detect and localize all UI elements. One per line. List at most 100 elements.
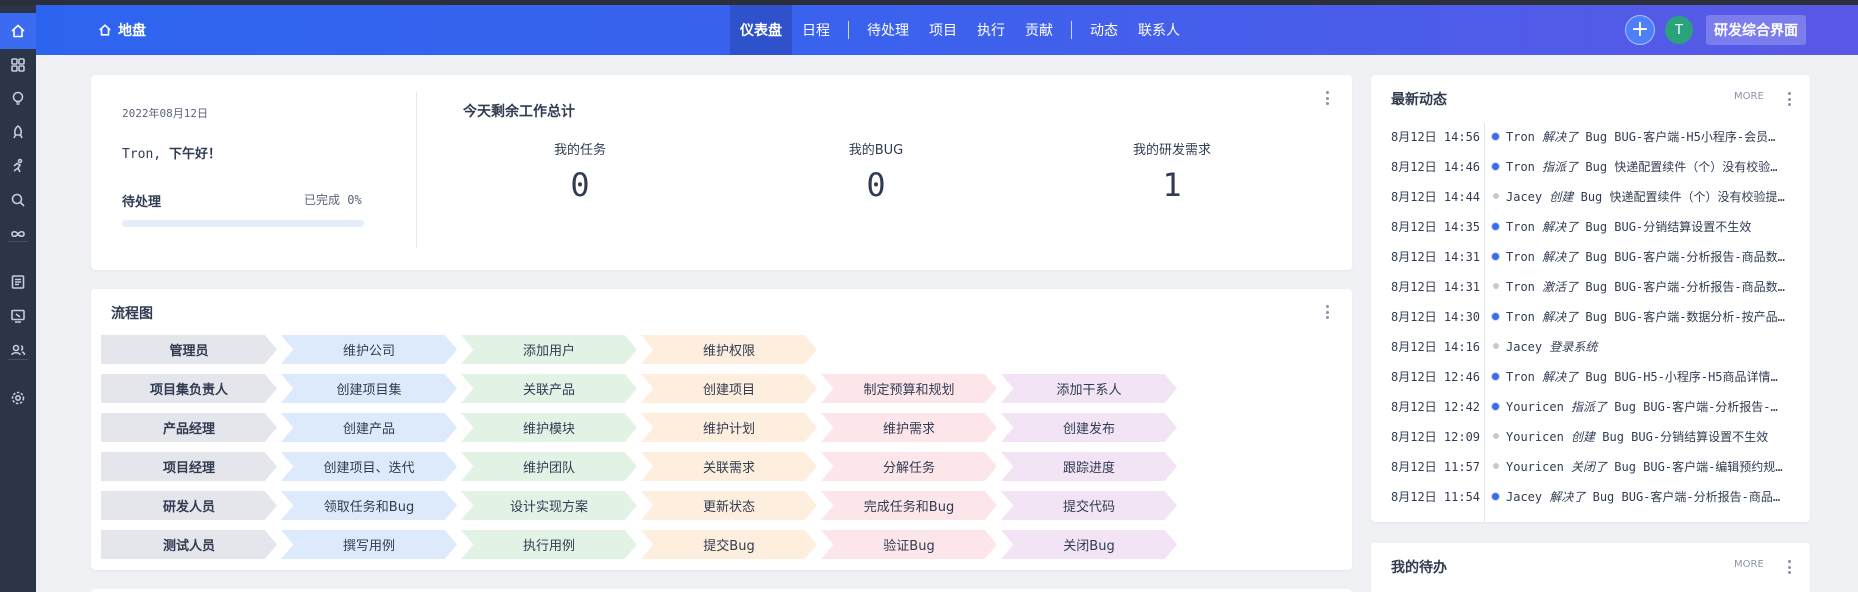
flow-step[interactable]: 创建项目 [641, 374, 817, 403]
document-list-nav-button[interactable] [0, 264, 36, 300]
nav-separator [848, 21, 849, 39]
home-nav-button[interactable] [0, 13, 36, 49]
activity-user: Tron [1506, 309, 1535, 324]
activity-item[interactable]: 8月12日 11:57 Youricen 关闭了 Bug BUG-客户端-编辑预约… [1391, 455, 1801, 477]
timeline-dot [1491, 311, 1500, 321]
summary-title: 今天剩余工作总计 [463, 104, 575, 120]
flow-step[interactable]: 执行用例 [461, 530, 637, 559]
user-avatar[interactable]: T [1665, 16, 1693, 44]
flow-step[interactable]: 维护公司 [281, 335, 457, 364]
settings-nav-button[interactable] [0, 380, 36, 416]
activity-action: 创建 [1571, 429, 1596, 444]
flow-step[interactable]: 跟踪进度 [1001, 452, 1177, 481]
activity-item[interactable]: 8月12日 14:35 Tron 解决了 Bug BUG-分销结算设置不生效 [1391, 215, 1801, 237]
flow-step[interactable]: 创建项目、迭代 [281, 452, 457, 481]
flow-step[interactable]: 更新状态 [641, 491, 817, 520]
flow-step[interactable]: 创建产品 [281, 413, 457, 442]
flow-step[interactable]: 完成任务和Bug [821, 491, 997, 520]
flow-step[interactable]: 提交代码 [1001, 491, 1177, 520]
activity-item[interactable]: 8月12日 14:46 Tron 指派了 Bug 快递配置续件（个）没有校验提示 [1391, 155, 1801, 177]
flow-step[interactable]: 领取任务和Bug [281, 491, 457, 520]
flow-role: 研发人员 [101, 491, 277, 520]
create-plus-button[interactable]: + [1625, 15, 1655, 45]
flow-step[interactable]: 维护计划 [641, 413, 817, 442]
flow-step[interactable]: 验证Bug [821, 530, 997, 559]
flow-step[interactable]: 维护需求 [821, 413, 997, 442]
switch-workspace-button[interactable]: 研发综合界面 [1706, 15, 1806, 45]
settings-icon [11, 391, 25, 405]
stat-my-tasks[interactable]: 我的任务 0 [505, 139, 655, 204]
apps-icon [11, 58, 25, 72]
activity-item[interactable]: 8月12日 11:54 Jacey 解决了 Bug BUG-客户端-分析报告-商品… [1391, 485, 1801, 507]
flow-role: 项目集负责人 [101, 374, 277, 403]
activity-item[interactable]: 8月12日 14:31 Tron 激活了 Bug BUG-客户端-分析报告-商品数… [1391, 275, 1801, 297]
flow-step[interactable]: 制定预算和规划 [821, 374, 997, 403]
activity-item[interactable]: 8月12日 12:42 Youricen 指派了 Bug BUG-客户端-分析报告… [1391, 395, 1801, 417]
activity-user: Tron [1506, 249, 1535, 264]
nav-pending[interactable]: 待处理 [857, 5, 919, 55]
activity-time: 8月12日 14:56 [1391, 129, 1481, 144]
runner-nav-button[interactable] [0, 148, 36, 184]
more-menu-icon[interactable] [1784, 92, 1794, 106]
flow-step[interactable]: 添加干系人 [1001, 374, 1177, 403]
activity-item[interactable]: 8月12日 14:30 Tron 解决了 Bug BUG-客户端-数据分析-按产品… [1391, 305, 1801, 327]
flow-step[interactable]: 设计实现方案 [461, 491, 637, 520]
activity-action: 解决了 [1542, 249, 1579, 264]
activity-item[interactable]: 8月12日 14:44 Jacey 创建 Bug 快递配置续件（个）没有校验提示 [1391, 185, 1801, 207]
activity-item[interactable]: 8月12日 14:16 Jacey 登录系统 [1391, 335, 1801, 357]
lightbulb-nav-button[interactable] [0, 80, 36, 116]
greeting-name: Tron, [122, 147, 169, 162]
nav-contacts[interactable]: 联系人 [1128, 5, 1190, 55]
more-menu-icon[interactable] [1322, 91, 1332, 105]
timeline-dot [1491, 401, 1500, 411]
bug-search-nav-button[interactable] [0, 182, 36, 218]
activity-message: Jacey 登录系统 [1506, 338, 1786, 355]
flow-step[interactable]: 关闭Bug [1001, 530, 1177, 559]
activity-time: 8月12日 14:46 [1391, 159, 1481, 174]
activity-item[interactable]: 8月12日 12:09 Youricen 创建 Bug BUG-分销结算设置不生效 [1391, 425, 1801, 447]
home-icon [11, 24, 25, 38]
activity-message: Tron 解决了 Bug BUG-分销结算设置不生效 [1506, 218, 1786, 235]
more-menu-icon[interactable] [1784, 560, 1794, 574]
stat-my-requirements[interactable]: 我的研发需求 1 [1097, 139, 1247, 204]
monitor-nav-button[interactable] [0, 298, 36, 334]
flow-step[interactable]: 创建项目集 [281, 374, 457, 403]
nav-calendar[interactable]: 日程 [792, 5, 840, 55]
home-icon [99, 24, 111, 36]
flow-step[interactable]: 维护模块 [461, 413, 637, 442]
stat-my-bugs[interactable]: 我的BUG 0 [801, 139, 951, 204]
flow-step[interactable]: 添加用户 [461, 335, 637, 364]
flow-step[interactable]: 关联需求 [641, 452, 817, 481]
timeline-dot [1491, 251, 1500, 261]
brand-home-link[interactable]: 地盘 [98, 5, 146, 55]
top-navbar: 地盘 仪表盘 日程 待处理 项目 执行 贡献 动态 联系人 + T 研发综合界面 [36, 5, 1858, 55]
activity-item[interactable]: 8月12日 14:31 Tron 解决了 Bug BUG-客户端-分析报告-商品数… [1391, 245, 1801, 267]
dynamics-more-link[interactable]: MORE [1734, 91, 1764, 102]
apps-nav-button[interactable] [0, 47, 36, 83]
infinity-nav-button[interactable] [0, 216, 36, 252]
activity-message: Tron 解决了 Bug BUG-H5-小程序-H5商品详情的显示 [1506, 368, 1786, 385]
activity-action: 激活了 [1542, 279, 1579, 294]
nav-dynamics[interactable]: 动态 [1080, 5, 1128, 55]
flow-step[interactable]: 提交Bug [641, 530, 817, 559]
nav-dashboard[interactable]: 仪表盘 [730, 5, 792, 55]
flow-step[interactable]: 撰写用例 [281, 530, 457, 559]
nav-contribution[interactable]: 贡献 [1015, 5, 1063, 55]
activity-item[interactable]: 8月12日 14:56 Tron 解决了 Bug BUG-客户端-H5小程序-会员… [1391, 125, 1801, 147]
todo-more-link[interactable]: MORE [1734, 559, 1764, 570]
more-menu-icon[interactable] [1322, 305, 1332, 319]
activity-message: Jacey 创建 Bug 快递配置续件（个）没有校验提示 [1506, 188, 1786, 205]
flow-step[interactable]: 关联产品 [461, 374, 637, 403]
flow-role: 测试人员 [101, 530, 277, 559]
rocket-nav-button[interactable] [0, 114, 36, 150]
flow-step[interactable]: 维护权限 [641, 335, 817, 364]
flow-step[interactable]: 创建发布 [1001, 413, 1177, 442]
flow-step[interactable]: 维护团队 [461, 452, 637, 481]
activity-item[interactable]: 8月12日 12:46 Tron 解决了 Bug BUG-H5-小程序-H5商品详… [1391, 365, 1801, 387]
nav-project[interactable]: 项目 [919, 5, 967, 55]
flow-step[interactable]: 分解任务 [821, 452, 997, 481]
contacts-nav-button[interactable] [0, 332, 36, 368]
done-percent: 已完成 0% [304, 193, 362, 207]
timeline-dot [1491, 283, 1500, 289]
nav-execution[interactable]: 执行 [967, 5, 1015, 55]
